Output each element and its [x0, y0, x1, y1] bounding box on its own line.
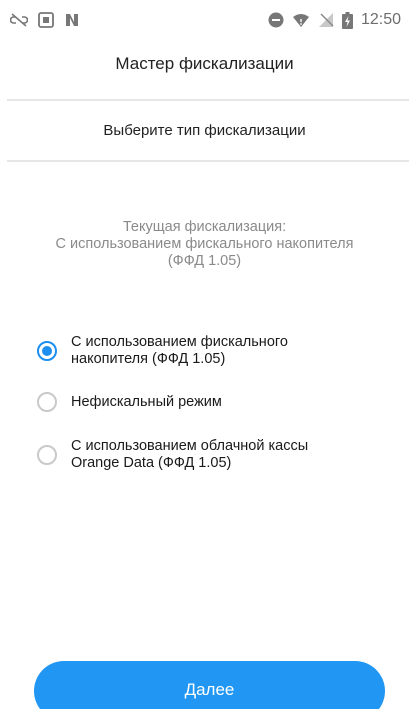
radio-label-line1: Нефискальный режим	[71, 393, 222, 410]
radio-label: Нефискальный режим	[71, 394, 222, 411]
next-button[interactable]: Далее	[34, 661, 385, 709]
wifi-icon	[292, 13, 310, 28]
header-divider	[7, 99, 409, 101]
current-value-line1: С использованием фискального накопителя	[55, 236, 354, 252]
radio-button[interactable]	[37, 445, 57, 465]
page-title: Мастер фискализации	[115, 54, 294, 73]
radio-option-cloud-register[interactable]: С использованием облачной кассы Orange D…	[37, 438, 308, 472]
section-divider	[7, 160, 409, 162]
current-value-line2: (ФФД 1.05)	[167, 253, 242, 269]
radio-option-nonfiscal[interactable]: Нефискальный режим	[37, 392, 222, 412]
radio-label: С использованием облачной кассы Orange D…	[71, 438, 308, 472]
radio-label: С использованием фискального накопителя …	[71, 334, 288, 368]
screenshot-icon	[38, 12, 54, 28]
no-signal-icon	[318, 12, 334, 28]
battery-charging-icon	[341, 11, 353, 29]
status-right-icons: 12:50	[268, 11, 401, 29]
link-off-icon	[10, 13, 28, 27]
status-bar: 12:50	[0, 0, 409, 40]
screen: 12:50 Мастер фискализации Выберите тип ф…	[0, 0, 409, 709]
radio-label-line2: накопителя (ФФД 1.05)	[71, 351, 226, 367]
radio-label-line1: С использованием фискального	[71, 334, 288, 350]
status-left-icons	[10, 12, 80, 28]
status-time: 12:50	[360, 11, 401, 28]
radio-label-line2: Orange Data (ФФД 1.05)	[71, 455, 232, 471]
radio-button-selected[interactable]	[37, 341, 57, 361]
radio-label-line1: С использованием облачной кассы	[71, 438, 309, 454]
nfc-icon	[64, 12, 80, 28]
current-fiscalization-info: Текущая фискализация: С использованием ф…	[20, 219, 389, 270]
do-not-disturb-icon	[268, 12, 284, 28]
radio-button[interactable]	[37, 392, 57, 412]
section-title: Выберите тип фискализации	[103, 122, 306, 139]
radio-option-fiscal-storage[interactable]: С использованием фискального накопителя …	[37, 334, 288, 368]
current-label: Текущая фискализация:	[122, 219, 287, 235]
